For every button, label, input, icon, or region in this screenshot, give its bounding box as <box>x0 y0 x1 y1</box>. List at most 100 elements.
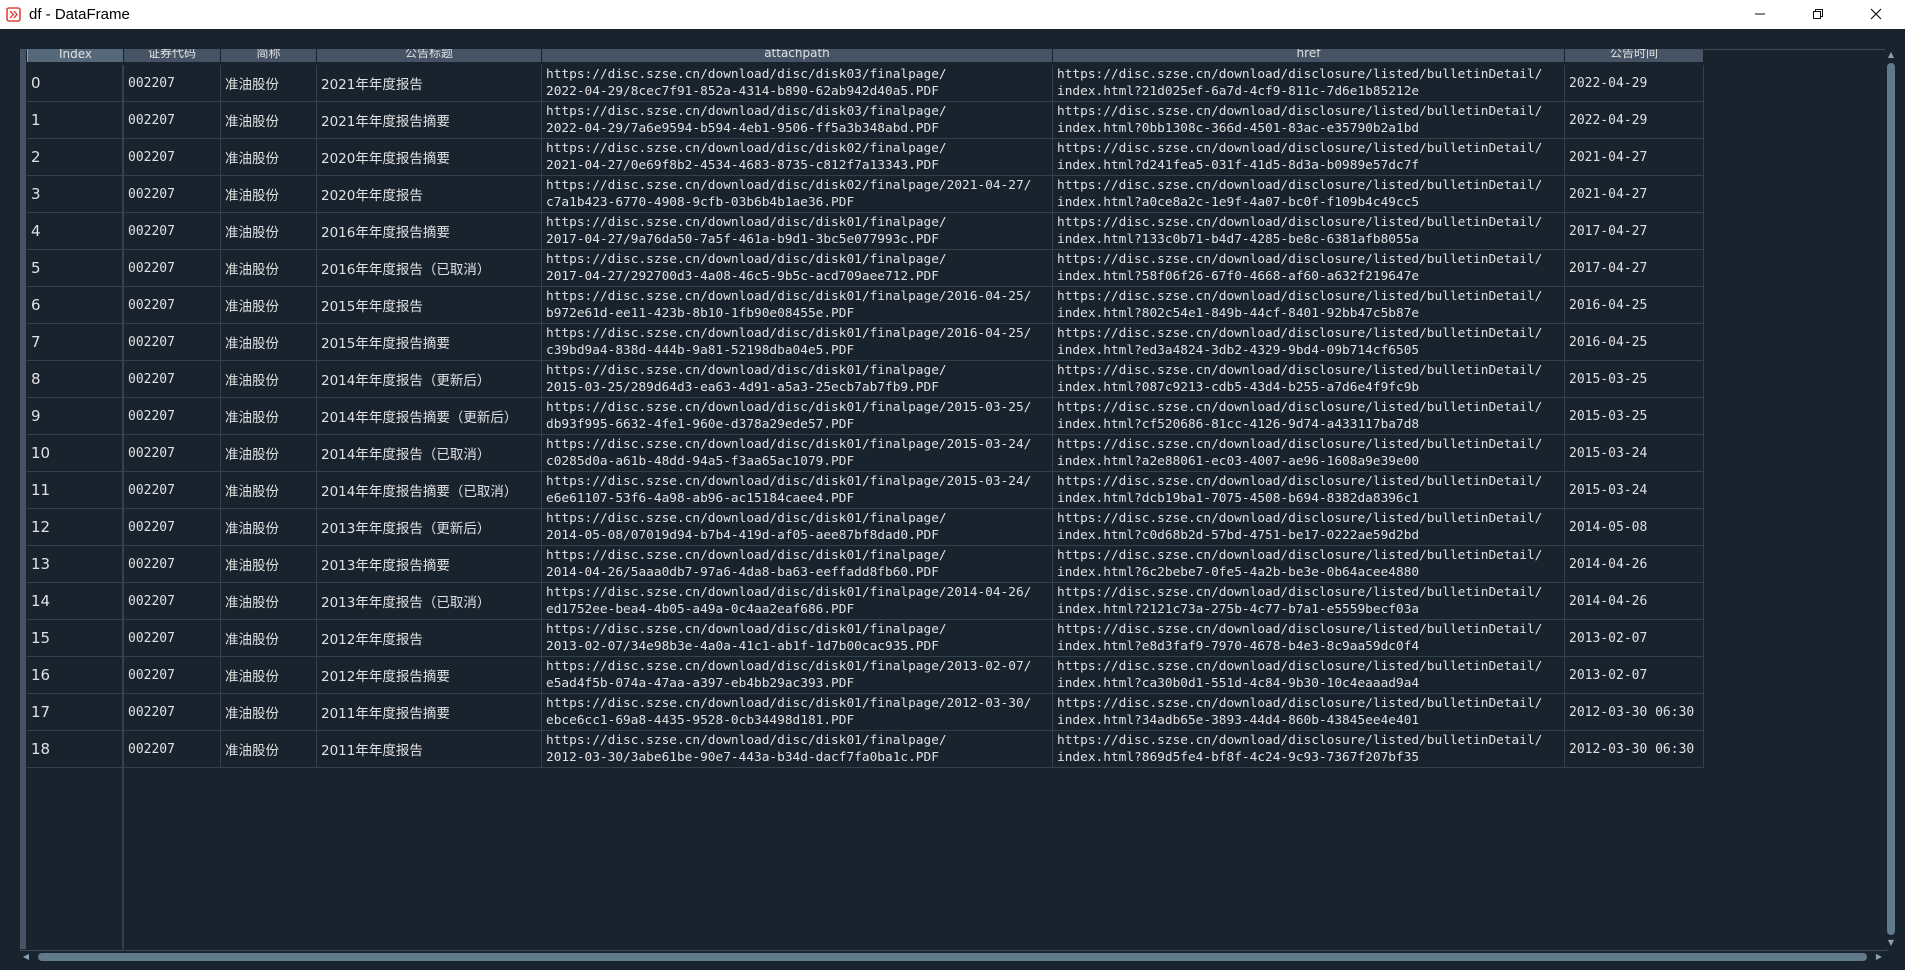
table-row[interactable]: 18 002207 准油股份 2011年年度报告 https://disc.szse.c… <box>27 731 1704 768</box>
date-cell[interactable]: 2015-03-25 <box>1565 398 1704 435</box>
name-cell[interactable]: 准油股份 <box>221 139 317 176</box>
date-cell[interactable]: 2015-03-25 <box>1565 361 1704 398</box>
code-cell[interactable]: 002207 <box>124 398 221 435</box>
table-row[interactable]: 13 002207 准油股份 2013年年度报告摘要 https://disc.szse… <box>27 546 1704 583</box>
href-cell[interactable]: https://disc.szse.cn/download/disclosure… <box>1053 435 1565 472</box>
horizontal-scrollbar[interactable]: ◀ ▶ <box>20 951 1885 963</box>
date-cell[interactable]: 2015-03-24 <box>1565 435 1704 472</box>
title-cell[interactable]: 2014年年度报告（更新后） <box>317 361 542 398</box>
horizontal-scroll-thumb[interactable] <box>38 953 1867 961</box>
window-titlebar[interactable]: df - DataFrame <box>0 0 1905 29</box>
date-cell[interactable]: 2013-02-07 <box>1565 657 1704 694</box>
code-cell[interactable]: 002207 <box>124 102 221 139</box>
attachpath-cell[interactable]: https://disc.szse.cn/download/disc/disk0… <box>542 250 1053 287</box>
table-row[interactable]: 11 002207 准油股份 2014年年度报告摘要（已取消） https://disc… <box>27 472 1704 509</box>
attachpath-cell[interactable]: https://disc.szse.cn/download/disc/disk0… <box>542 620 1053 657</box>
name-cell[interactable]: 准油股份 <box>221 176 317 213</box>
column-header-code[interactable]: 证券代码 <box>124 49 221 62</box>
date-cell[interactable]: 2016-04-25 <box>1565 324 1704 361</box>
code-cell[interactable]: 002207 <box>124 731 221 768</box>
href-cell[interactable]: https://disc.szse.cn/download/disclosure… <box>1053 583 1565 620</box>
attachpath-cell[interactable]: https://disc.szse.cn/download/disc/disk0… <box>542 398 1053 435</box>
href-cell[interactable]: https://disc.szse.cn/download/disclosure… <box>1053 620 1565 657</box>
column-header-index[interactable]: Index <box>27 49 124 62</box>
title-cell[interactable]: 2013年年度报告（已取消） <box>317 583 542 620</box>
title-cell[interactable]: 2015年年度报告摘要 <box>317 324 542 361</box>
code-cell[interactable]: 002207 <box>124 176 221 213</box>
attachpath-cell[interactable]: https://disc.szse.cn/download/disc/disk0… <box>542 361 1053 398</box>
name-cell[interactable]: 准油股份 <box>221 398 317 435</box>
code-cell[interactable]: 002207 <box>124 694 221 731</box>
code-cell[interactable]: 002207 <box>124 139 221 176</box>
title-cell[interactable]: 2014年年度报告（已取消） <box>317 435 542 472</box>
attachpath-cell[interactable]: https://disc.szse.cn/download/disc/disk0… <box>542 213 1053 250</box>
code-cell[interactable]: 002207 <box>124 213 221 250</box>
href-cell[interactable]: https://disc.szse.cn/download/disclosure… <box>1053 546 1565 583</box>
date-cell[interactable]: 2014-05-08 <box>1565 509 1704 546</box>
attachpath-cell[interactable]: https://disc.szse.cn/download/disc/disk0… <box>542 435 1053 472</box>
attachpath-cell[interactable]: https://disc.szse.cn/download/disc/disk0… <box>542 324 1053 361</box>
row-index-cell[interactable]: 11 <box>27 472 124 509</box>
row-index-cell[interactable]: 10 <box>27 435 124 472</box>
table-row[interactable]: 8 002207 准油股份 2014年年度报告（更新后） https://disc.sz… <box>27 361 1704 398</box>
row-index-cell[interactable]: 0 <box>27 65 124 102</box>
title-cell[interactable]: 2016年年度报告（已取消） <box>317 250 542 287</box>
title-cell[interactable]: 2020年年度报告 <box>317 176 542 213</box>
attachpath-cell[interactable]: https://disc.szse.cn/download/disc/disk0… <box>542 694 1053 731</box>
href-cell[interactable]: https://disc.szse.cn/download/disclosure… <box>1053 287 1565 324</box>
href-cell[interactable]: https://disc.szse.cn/download/disclosure… <box>1053 657 1565 694</box>
vertical-scroll-thumb[interactable] <box>1887 63 1895 935</box>
href-cell[interactable]: https://disc.szse.cn/download/disclosure… <box>1053 176 1565 213</box>
scroll-right-icon[interactable]: ▶ <box>1873 951 1885 963</box>
attachpath-cell[interactable]: https://disc.szse.cn/download/disc/disk0… <box>542 657 1053 694</box>
table-row[interactable]: 0 002207 准油股份 2021年年度报告 https://disc.szse.cn… <box>27 65 1704 102</box>
code-cell[interactable]: 002207 <box>124 509 221 546</box>
date-cell[interactable]: 2016-04-25 <box>1565 287 1704 324</box>
row-index-cell[interactable]: 14 <box>27 583 124 620</box>
date-cell[interactable]: 2012-03-30 06:30 <box>1565 731 1704 768</box>
name-cell[interactable]: 准油股份 <box>221 287 317 324</box>
date-cell[interactable]: 2017-04-27 <box>1565 213 1704 250</box>
date-cell[interactable]: 2014-04-26 <box>1565 546 1704 583</box>
code-cell[interactable]: 002207 <box>124 324 221 361</box>
title-cell[interactable]: 2016年年度报告摘要 <box>317 213 542 250</box>
date-cell[interactable]: 2013-02-07 <box>1565 620 1704 657</box>
title-cell[interactable]: 2012年年度报告 <box>317 620 542 657</box>
table-row[interactable]: 1 002207 准油股份 2021年年度报告摘要 https://disc.szse.… <box>27 102 1704 139</box>
code-cell[interactable]: 002207 <box>124 657 221 694</box>
close-button[interactable] <box>1847 0 1905 29</box>
name-cell[interactable]: 准油股份 <box>221 620 317 657</box>
name-cell[interactable]: 准油股份 <box>221 583 317 620</box>
name-cell[interactable]: 准油股份 <box>221 509 317 546</box>
row-index-cell[interactable]: 13 <box>27 546 124 583</box>
code-cell[interactable]: 002207 <box>124 546 221 583</box>
attachpath-cell[interactable]: https://disc.szse.cn/download/disc/disk0… <box>542 65 1053 102</box>
table-row[interactable]: 14 002207 准油股份 2013年年度报告（已取消） https://disc.s… <box>27 583 1704 620</box>
attachpath-cell[interactable]: https://disc.szse.cn/download/disc/disk0… <box>542 583 1053 620</box>
table-row[interactable]: 4 002207 准油股份 2016年年度报告摘要 https://disc.szse.… <box>27 213 1704 250</box>
table-row[interactable]: 9 002207 准油股份 2014年年度报告摘要（更新后） https://disc.… <box>27 398 1704 435</box>
restore-button[interactable] <box>1789 0 1847 29</box>
href-cell[interactable]: https://disc.szse.cn/download/disclosure… <box>1053 398 1565 435</box>
column-header-date[interactable]: 公告时间 <box>1565 49 1704 62</box>
href-cell[interactable]: https://disc.szse.cn/download/disclosure… <box>1053 213 1565 250</box>
title-cell[interactable]: 2014年年度报告摘要（更新后） <box>317 398 542 435</box>
name-cell[interactable]: 准油股份 <box>221 361 317 398</box>
table-row[interactable]: 5 002207 准油股份 2016年年度报告（已取消） https://disc.sz… <box>27 250 1704 287</box>
href-cell[interactable]: https://disc.szse.cn/download/disclosure… <box>1053 731 1565 768</box>
code-cell[interactable]: 002207 <box>124 361 221 398</box>
href-cell[interactable]: https://disc.szse.cn/download/disclosure… <box>1053 250 1565 287</box>
href-cell[interactable]: https://disc.szse.cn/download/disclosure… <box>1053 65 1565 102</box>
code-cell[interactable]: 002207 <box>124 583 221 620</box>
name-cell[interactable]: 准油股份 <box>221 250 317 287</box>
code-cell[interactable]: 002207 <box>124 250 221 287</box>
code-cell[interactable]: 002207 <box>124 435 221 472</box>
row-index-cell[interactable]: 12 <box>27 509 124 546</box>
code-cell[interactable]: 002207 <box>124 287 221 324</box>
attachpath-cell[interactable]: https://disc.szse.cn/download/disc/disk0… <box>542 509 1053 546</box>
table-row[interactable]: 17 002207 准油股份 2011年年度报告摘要 https://disc.szse… <box>27 694 1704 731</box>
date-cell[interactable]: 2021-04-27 <box>1565 139 1704 176</box>
name-cell[interactable]: 准油股份 <box>221 472 317 509</box>
column-header-title[interactable]: 公告标题 <box>317 49 542 62</box>
name-cell[interactable]: 准油股份 <box>221 324 317 361</box>
